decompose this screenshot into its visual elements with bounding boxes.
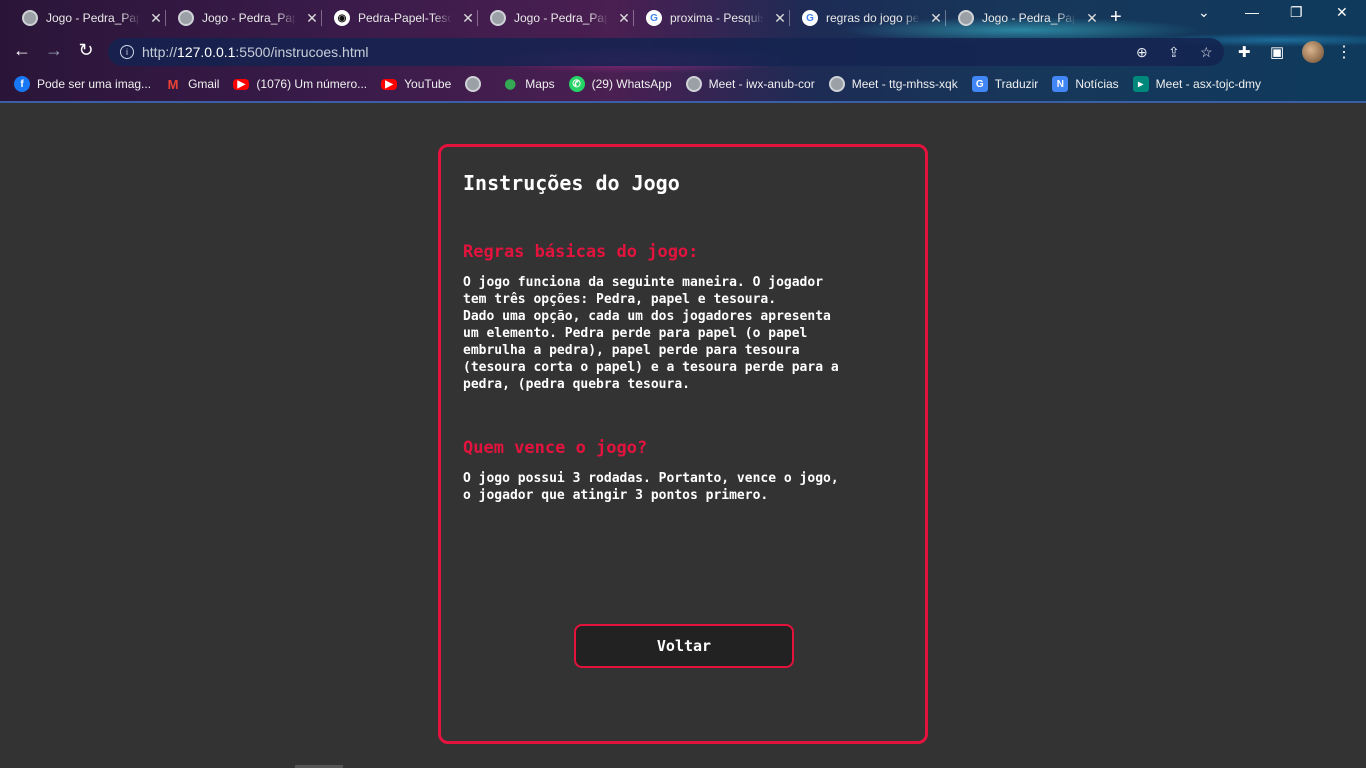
- new-tab-button[interactable]: +: [1110, 6, 1122, 29]
- bookmark-item[interactable]: ▶ (1076) Um número...: [233, 77, 367, 91]
- tab-title: Jogo - Pedra_Papel: [514, 11, 608, 25]
- globe-icon: [490, 10, 506, 26]
- tab-title: Jogo - Pedra_Papel: [202, 11, 296, 25]
- rules-heading: Regras básicas do jogo:: [463, 242, 699, 262]
- tab-4[interactable]: Jogo - Pedra_Papel ✕: [480, 4, 632, 32]
- close-icon[interactable]: ✕: [772, 10, 788, 27]
- meet-icon: ▸: [1132, 76, 1149, 92]
- tab-title: Jogo - Pedra_Papel: [982, 11, 1076, 25]
- info-icon[interactable]: i: [120, 45, 134, 59]
- close-icon[interactable]: ✕: [304, 10, 320, 27]
- github-icon: ◉: [334, 10, 350, 26]
- close-icon[interactable]: ✕: [616, 10, 632, 27]
- close-icon[interactable]: ✕: [460, 10, 476, 27]
- tab-title: proxima - Pesquisa: [670, 11, 764, 25]
- bookmark-item[interactable]: ▶ YouTube: [381, 77, 451, 91]
- minimize-button[interactable]: —: [1245, 4, 1259, 20]
- whatsapp-icon: ✆: [568, 76, 585, 92]
- google-icon: G: [646, 10, 662, 26]
- youtube-icon: ▶: [233, 78, 250, 90]
- browser-chrome: Jogo - Pedra_Papel ✕ Jogo - Pedra_Papel …: [0, 0, 1366, 103]
- globe-icon: [958, 10, 974, 26]
- news-icon: N: [1052, 76, 1069, 92]
- bookmark-item[interactable]: G Traduzir: [971, 76, 1038, 92]
- tab-title: regras do jogo pedra: [826, 11, 920, 25]
- bookmark-item[interactable]: ▸ Meet - asx-tojc-dmy: [1132, 76, 1261, 92]
- winner-text: O jogo possui 3 rodadas. Portanto, vence…: [463, 471, 839, 503]
- window-close-button[interactable]: ✕: [1336, 4, 1348, 21]
- back-arrow-icon[interactable]: ←: [10, 40, 34, 61]
- tab-2[interactable]: Jogo - Pedra_Papel ✕: [168, 4, 320, 32]
- url-text: http://127.0.0.1:5500/instrucoes.html: [142, 44, 369, 60]
- youtube-icon: ▶: [381, 78, 398, 90]
- back-button[interactable]: Voltar: [574, 624, 794, 668]
- zoom-icon[interactable]: ⊕: [1136, 44, 1148, 61]
- globe-icon: [22, 10, 38, 26]
- globe-icon: [828, 76, 845, 92]
- star-icon[interactable]: ☆: [1200, 44, 1213, 61]
- sidepanel-icon[interactable]: ▣: [1270, 43, 1284, 61]
- bookmarks-bar: f Pode ser uma imag... M Gmail ▶ (1076) …: [0, 70, 1366, 98]
- share-icon[interactable]: ⇪: [1168, 44, 1180, 61]
- bookmark-item[interactable]: f Pode ser uma imag...: [14, 76, 151, 92]
- bookmark-item[interactable]: Meet - ttg-mhss-xqk: [828, 76, 958, 92]
- translate-icon: G: [971, 76, 988, 92]
- rules-text: O jogo funciona da seguinte maneira. O j…: [463, 275, 839, 392]
- close-icon[interactable]: ✕: [1084, 10, 1100, 27]
- google-icon: G: [802, 10, 818, 26]
- close-icon[interactable]: ✕: [928, 10, 944, 27]
- tab-6[interactable]: G regras do jogo pedra ✕: [792, 4, 944, 32]
- bookmark-item[interactable]: N Notícias: [1052, 76, 1119, 92]
- avatar[interactable]: [1302, 41, 1324, 63]
- globe-icon: [465, 76, 482, 92]
- gmail-icon: M: [167, 76, 179, 92]
- bookmark-item[interactable]: ✆ (29) WhatsApp: [568, 76, 672, 92]
- bookmark-item[interactable]: M Gmail: [165, 76, 220, 92]
- page-title: Instruções do Jogo: [463, 171, 680, 195]
- winner-heading: Quem vence o jogo?: [463, 438, 648, 458]
- bookmark-item[interactable]: [465, 76, 488, 92]
- tab-strip: Jogo - Pedra_Papel ✕ Jogo - Pedra_Papel …: [0, 0, 1366, 34]
- tab-1[interactable]: Jogo - Pedra_Papel ✕: [12, 4, 164, 32]
- tab-title: Jogo - Pedra_Papel: [46, 11, 140, 25]
- facebook-icon: f: [14, 76, 30, 92]
- forward-arrow-icon[interactable]: →: [42, 40, 66, 61]
- bookmark-item[interactable]: Meet - iwx-anub-cor: [685, 76, 815, 92]
- globe-icon: [178, 10, 194, 26]
- chevron-down-icon[interactable]: ⌄: [1198, 4, 1210, 21]
- close-icon[interactable]: ✕: [148, 10, 164, 27]
- bookmark-item[interactable]: ⬤ Maps: [502, 76, 555, 92]
- extensions-icon[interactable]: ✚: [1238, 43, 1251, 61]
- toolbar: ← → ↻ i http://127.0.0.1:5500/instrucoes…: [0, 34, 1366, 70]
- maps-icon: ⬤: [504, 78, 516, 90]
- tab-3[interactable]: ◉ Pedra-Papel-Tesoura ✕: [324, 4, 476, 32]
- maximize-button[interactable]: ❐: [1290, 4, 1303, 21]
- address-bar[interactable]: i http://127.0.0.1:5500/instrucoes.html …: [108, 38, 1224, 66]
- tab-title: Pedra-Papel-Tesoura: [358, 11, 452, 25]
- globe-icon: [685, 76, 702, 92]
- instructions-card: Instruções do Jogo Regras básicas do jog…: [438, 144, 928, 744]
- menu-icon[interactable]: ⋮: [1336, 42, 1352, 62]
- reload-icon[interactable]: ↻: [74, 40, 98, 61]
- tab-5[interactable]: G proxima - Pesquisa ✕: [636, 4, 788, 32]
- tab-7[interactable]: Jogo - Pedra_Papel ✕: [948, 4, 1100, 32]
